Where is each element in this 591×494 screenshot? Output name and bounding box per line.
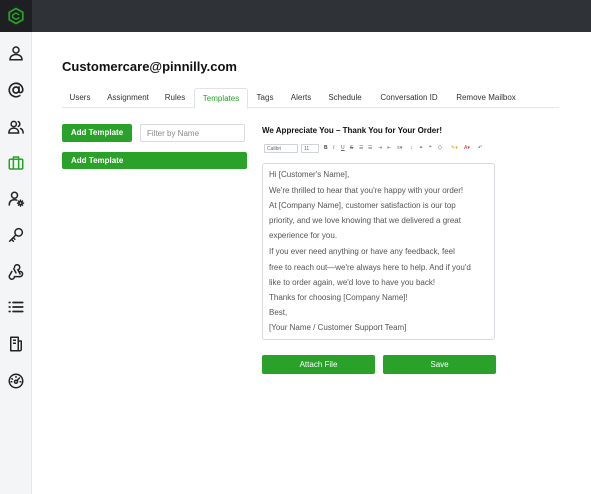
document-icon [10, 336, 22, 352]
indent-icon[interactable]: ⇥ [378, 144, 382, 153]
editor-line: If you ever need anything or have any fe… [269, 247, 455, 256]
numbered-list-icon[interactable]: ☰ [368, 144, 372, 153]
template-title: We Appreciate You – Thank You for Your O… [262, 126, 443, 135]
editor-line: At [Company Name], customer satisfaction… [269, 201, 456, 210]
save-button[interactable]: Save [383, 355, 496, 374]
tab-templates[interactable]: Templates [194, 88, 248, 109]
tab-users[interactable]: Users [62, 88, 98, 107]
sidebar-item-dashboard[interactable] [5, 370, 27, 392]
sidebar-item-user-settings[interactable] [5, 188, 27, 210]
editor-line: like to order again, we'd love to have y… [269, 278, 436, 287]
at-sign-icon [8, 82, 24, 98]
template-body-editor[interactable]: Hi [Customer's Name], We're thrilled to … [262, 163, 495, 340]
key-icon [8, 227, 24, 242]
tab-conversation-id[interactable]: Conversation ID [372, 88, 446, 107]
editor-line: free to reach out—we're always here to h… [269, 263, 471, 272]
bullet-list-icon[interactable]: ☰ [359, 144, 363, 153]
outdent-icon[interactable]: ⇤ [387, 144, 391, 153]
top-bar [0, 0, 591, 32]
align-icon[interactable]: ≡▾ [397, 144, 402, 153]
underline-icon[interactable]: U [341, 144, 345, 153]
bold-icon[interactable]: B [324, 144, 328, 153]
sidebar-item-lists[interactable] [5, 296, 27, 318]
tab-rules[interactable]: Rules [158, 88, 192, 107]
tab-schedule[interactable]: Schedule [322, 88, 368, 107]
briefcase-icon [8, 156, 24, 170]
sidebar-item-documents[interactable] [5, 333, 27, 355]
tab-assignment[interactable]: Assignment [100, 88, 156, 107]
tab-tags[interactable]: Tags [250, 88, 280, 107]
user-settings-icon [8, 191, 25, 207]
image-icon[interactable]: ❝ [429, 144, 432, 153]
editor-line: experience for you. [269, 231, 338, 240]
tab-alerts[interactable]: Alerts [284, 88, 318, 107]
text-color-icon[interactable]: A▾ [464, 144, 470, 153]
highlight-icon[interactable]: ✎▾ [451, 144, 458, 153]
list-icon [8, 301, 24, 313]
template-list-item[interactable]: Add Template [62, 152, 247, 169]
sidebar-item-groups[interactable] [5, 116, 27, 138]
page-title: Customercare@pinnilly.com [62, 59, 237, 74]
strikethrough-icon[interactable]: S [350, 144, 353, 153]
italic-icon[interactable]: I [333, 144, 334, 153]
user-icon [9, 46, 23, 61]
app-logo[interactable] [0, 0, 32, 32]
font-size-select[interactable]: 11 [301, 144, 319, 153]
font-family-select[interactable]: Calibri [264, 144, 298, 153]
filter-input[interactable] [140, 124, 245, 142]
clear-format-icon[interactable]: ↶ [478, 144, 482, 153]
editor-line: We're thrilled to hear that you're happy… [269, 186, 464, 195]
sidebar-item-webhooks[interactable] [5, 260, 27, 282]
sidebar-item-email[interactable] [5, 79, 27, 101]
editor-toolbar: Calibri 11 B I U S ☰ ☰ ⇥ ⇤ ≡▾ ↕ ⚭ ❝ ⟨⟩ ✎… [264, 144, 494, 154]
webhook-icon [8, 264, 24, 280]
sidebar-item-keys[interactable] [5, 224, 27, 246]
editor-line: Hi [Customer's Name], [269, 170, 350, 179]
tab-bar: Users Assignment Rules Templates Tags Al… [62, 88, 559, 109]
editor-line: Best, [269, 308, 288, 317]
sidebar-item-mailbox[interactable] [5, 152, 27, 174]
line-height-icon[interactable]: ↕ [410, 144, 413, 153]
tab-remove-mailbox[interactable]: Remove Mailbox [450, 88, 522, 107]
editor-line: priority, and we love knowing that we de… [269, 216, 461, 225]
editor-line: [Your Name / Customer Support Team] [269, 323, 407, 332]
code-icon[interactable]: ⟨⟩ [438, 144, 442, 153]
add-template-button[interactable]: Add Template [62, 124, 132, 142]
users-icon [8, 120, 24, 134]
hexagon-logo-icon [8, 7, 24, 25]
sidebar-item-users[interactable] [5, 42, 27, 64]
editor-line: Thanks for choosing [Company Name]! [269, 293, 408, 302]
attach-file-button[interactable]: Attach File [262, 355, 375, 374]
link-icon[interactable]: ⚭ [419, 144, 423, 153]
dashboard-icon [8, 373, 24, 389]
